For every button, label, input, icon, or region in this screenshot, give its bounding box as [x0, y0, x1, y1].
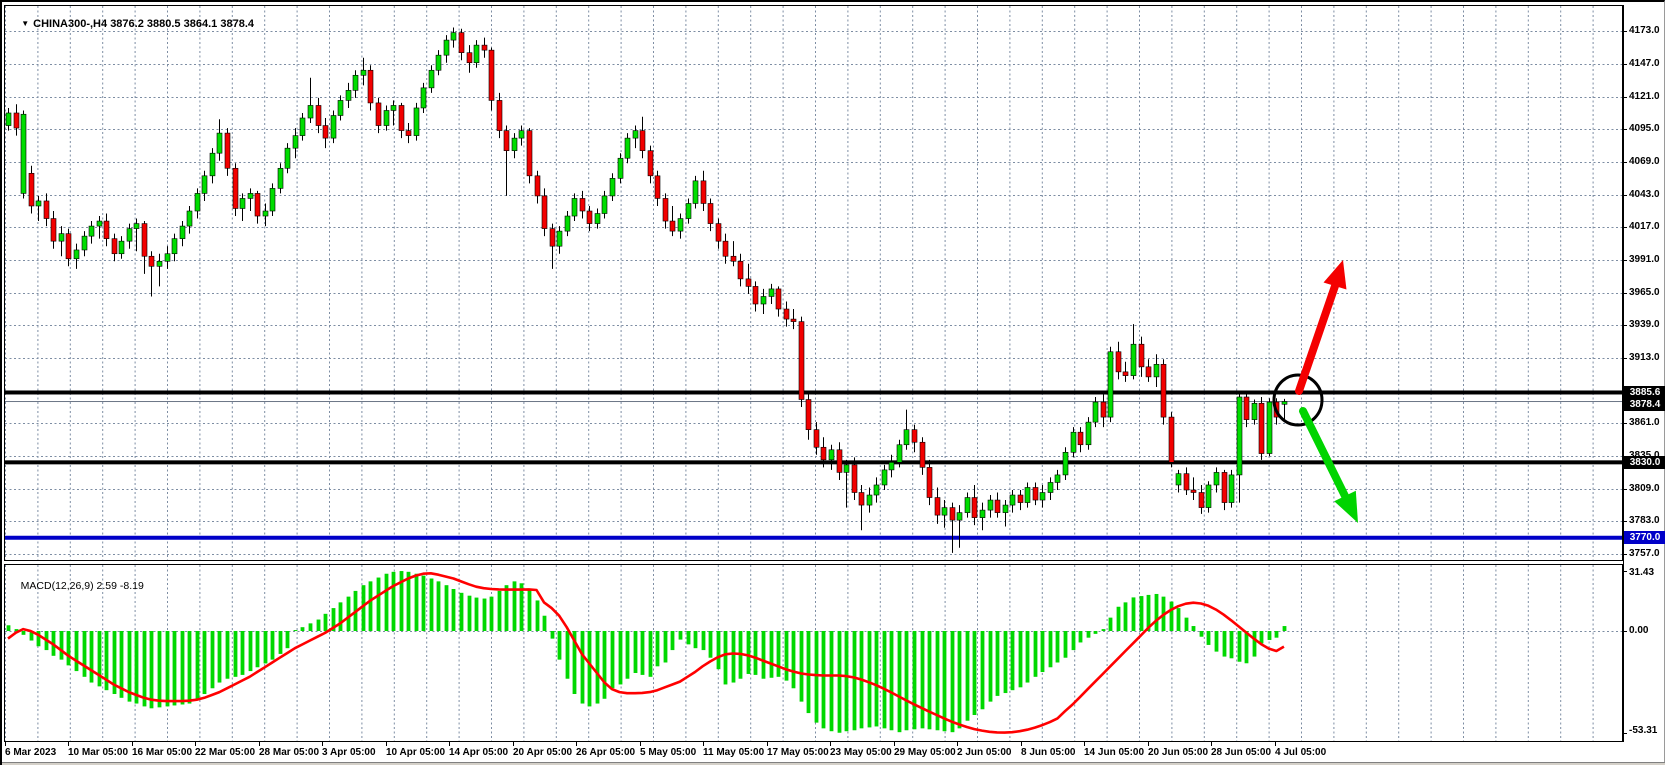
symbol-header: ▼ CHINA300-,H4 3876.2 3880.5 3864.1 3878.…	[9, 6, 254, 42]
ohlc-close: 3878.4	[220, 18, 254, 30]
price-axis-label: 4017.0	[1629, 221, 1660, 232]
level-price-badge: 3770.0	[1624, 531, 1665, 544]
time-axis-label: 20 Apr 05:00	[513, 747, 572, 758]
price-axis-label: 3965.0	[1629, 287, 1660, 298]
price-axis-label: 4173.0	[1629, 25, 1660, 36]
price-axis-label: 4121.0	[1629, 91, 1660, 102]
price-axis-label: 3991.0	[1629, 254, 1660, 265]
time-axis-label: 14 Jun 05:00	[1084, 747, 1144, 758]
time-axis-label: 8 Jun 05:00	[1021, 747, 1075, 758]
price-axis-label: 4095.0	[1629, 123, 1660, 134]
price-axis-label: 3939.0	[1629, 319, 1660, 330]
chart-window: ▼ CHINA300-,H4 3876.2 3880.5 3864.1 3878.…	[0, 0, 1665, 765]
time-axis-label: 20 Jun 05:00	[1148, 747, 1208, 758]
time-axis-label: 10 Mar 05:00	[68, 747, 128, 758]
time-axis-label: 16 Mar 05:00	[132, 747, 192, 758]
symbol-title: CHINA300-,H4	[33, 18, 107, 30]
macd-indicator-label: MACD(12,26,9) 2.59 -8.19	[9, 568, 144, 604]
level-price-badge: 3885.6	[1624, 386, 1665, 399]
time-axis-label: 4 Jul 05:00	[1275, 747, 1326, 758]
time-axis-label: 14 Apr 05:00	[449, 747, 508, 758]
time-axis-label: 6 Mar 2023	[5, 747, 56, 758]
price-axis-label: 3783.0	[1629, 515, 1660, 526]
price-axis-label: 4147.0	[1629, 58, 1660, 69]
level-price-badge: 3830.0	[1624, 456, 1665, 469]
ohlc-low: 3864.1	[184, 18, 218, 30]
time-axis-label: 10 Apr 05:00	[386, 747, 445, 758]
price-axis-label: 4043.0	[1629, 189, 1660, 200]
time-axis-label: 28 Jun 05:00	[1211, 747, 1271, 758]
time-axis-label: 28 Mar 05:00	[259, 747, 319, 758]
macd-signal-value: -8.19	[120, 580, 144, 592]
macd-name: MACD(12,26,9)	[21, 580, 94, 592]
macd-axis-label: -53.31	[1629, 725, 1657, 736]
macd-axis-label: 31.43	[1629, 567, 1654, 578]
price-axis-label: 3913.0	[1629, 352, 1660, 363]
ohlc-high: 3880.5	[147, 18, 181, 30]
price-axis-label: 3757.0	[1629, 548, 1660, 559]
price-axis-label: 4069.0	[1629, 156, 1660, 167]
ohlc-open: 3876.2	[110, 18, 144, 30]
time-axis-label: 3 Apr 05:00	[322, 747, 376, 758]
time-axis-label: 2 Jun 05:00	[957, 747, 1011, 758]
time-axis-label: 26 Apr 05:00	[576, 747, 635, 758]
time-axis-label: 22 Mar 05:00	[195, 747, 255, 758]
price-axis-label: 3861.0	[1629, 417, 1660, 428]
time-axis-label: 11 May 05:00	[703, 747, 764, 758]
price-axis-label: 3809.0	[1629, 483, 1660, 494]
time-axis-label: 29 May 05:00	[894, 747, 956, 758]
time-axis-label: 17 May 05:00	[767, 747, 829, 758]
axis-labels-layer: 4173.0 4147.0 4121.0 4095.0 4069.0 4043.0 4017…	[2, 2, 1664, 765]
time-axis-label: 5 May 05:00	[640, 747, 696, 758]
chevron-down-icon[interactable]: ▼	[21, 19, 29, 28]
macd-axis-label: 0.00	[1629, 625, 1648, 636]
time-axis-label: 23 May 05:00	[830, 747, 892, 758]
current-price-badge: 3878.4	[1624, 398, 1665, 411]
macd-main-value: 2.59	[97, 580, 117, 592]
